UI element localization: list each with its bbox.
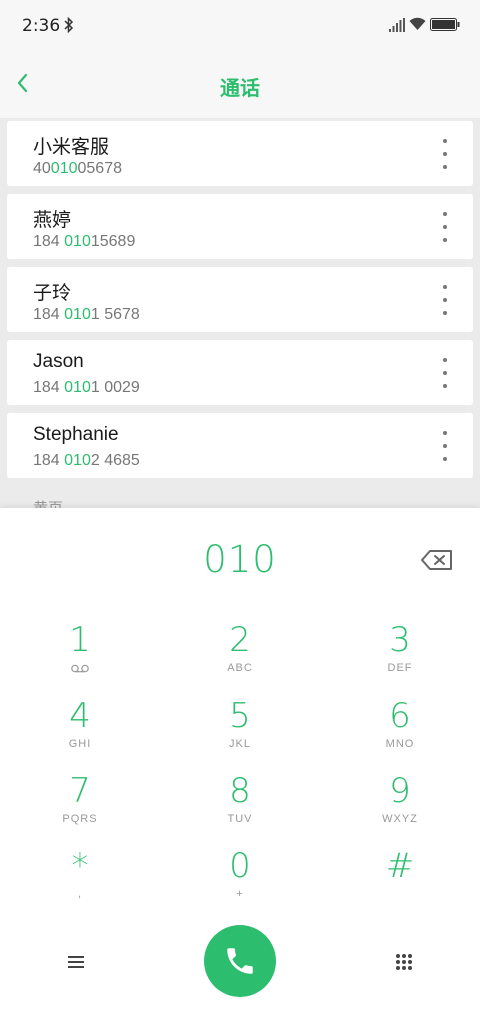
page-title: 通话	[220, 76, 260, 100]
key-letters: WXYZ	[382, 813, 418, 825]
key-digit: #	[385, 846, 415, 886]
key-letters: PQRS	[62, 813, 98, 825]
key-letters: JKL	[229, 738, 251, 750]
backspace-button[interactable]	[420, 548, 454, 572]
number-prefix: 184	[33, 233, 65, 250]
number-prefix: 184	[33, 379, 65, 396]
contact-name: 燕婷	[33, 210, 72, 231]
key-7[interactable]: 7 PQRS	[20, 771, 140, 841]
more-options-button[interactable]	[441, 431, 449, 461]
number-suffix: 1 5678	[90, 306, 140, 323]
contact-card[interactable]: Jason 184 0101 0029	[7, 340, 473, 405]
key-digit: 4	[69, 696, 91, 736]
key-digit: 0	[229, 846, 251, 886]
more-options-button[interactable]	[441, 285, 449, 315]
key-digit: *	[71, 846, 89, 886]
key-4[interactable]: 4 GHI	[20, 696, 140, 766]
number-match: 010	[64, 452, 91, 469]
key-letters: +	[236, 888, 244, 900]
contact-name: Jason	[33, 351, 84, 372]
key-0[interactable]: 0 +	[180, 846, 300, 916]
key-5[interactable]: 5 JKL	[180, 696, 300, 766]
key-digit: 8	[229, 771, 251, 811]
battery-icon	[430, 18, 460, 31]
status-time: 2:36	[22, 16, 61, 36]
more-options-button[interactable]	[441, 212, 449, 242]
contact-card[interactable]: 子玲 184 0101 5678	[7, 267, 473, 332]
key-digit: 2	[229, 620, 251, 660]
key-digit: 5	[229, 696, 251, 736]
number-prefix: 184	[33, 452, 65, 469]
dialed-number-display: 010	[203, 538, 277, 581]
status-bar: 2:36	[0, 0, 480, 52]
dialer-screen: 2:36 通话 小米客服 40 01005678 燕婷 184 01015689 …	[0, 0, 480, 1013]
search-results: 小米客服 4001005678 燕婷 184 01015689 子玲 184 0…	[0, 118, 480, 518]
section-header-peek: 黄页	[33, 500, 63, 508]
contact-card[interactable]: 小米客服 4001005678	[7, 121, 473, 186]
number-match: 010	[50, 160, 78, 177]
key-digit: 1	[69, 620, 91, 660]
contact-number: 184 0101 0029	[33, 379, 140, 397]
key-letters: ABC	[227, 662, 253, 674]
key-digit: 7	[69, 771, 91, 811]
key-6[interactable]: 6 MNO	[340, 696, 460, 766]
number-suffix: 2 4685	[90, 452, 140, 469]
key-letters: GHI	[68, 738, 92, 750]
key-letters: DEF	[387, 662, 413, 674]
dialpad: 010 1 2 ABC 3 DEF 4 GHI 5 JKL 6 MNO 7 PQ…	[0, 508, 480, 1013]
number-suffix: 1 0029	[90, 379, 140, 396]
more-options-button[interactable]	[441, 358, 449, 388]
number-match: 010	[64, 379, 91, 396]
contact-name: 子玲	[33, 283, 72, 304]
number-prefix: 40	[33, 160, 51, 177]
key-letters: TUV	[227, 813, 253, 825]
contact-name: Stephanie	[33, 424, 119, 445]
key-letters: ,	[77, 888, 83, 900]
key-star[interactable]: * ,	[20, 846, 140, 916]
key-3[interactable]: 3 DEF	[340, 620, 460, 690]
voicemail-icon	[71, 664, 89, 673]
header: 通话	[0, 52, 480, 118]
contact-card[interactable]: Stephanie 184 0102 4685	[7, 413, 473, 478]
more-options-button[interactable]	[441, 139, 449, 169]
key-digit: 9	[389, 771, 411, 811]
wifi-icon	[409, 17, 426, 30]
key-hash[interactable]: #	[340, 846, 460, 916]
phone-icon	[227, 948, 253, 974]
key-1[interactable]: 1	[20, 620, 140, 690]
number-match: 010	[64, 233, 91, 250]
menu-icon	[68, 956, 84, 968]
contact-number: 4001005678	[33, 160, 122, 178]
key-8[interactable]: 8 TUV	[180, 771, 300, 841]
contact-number: 184 0102 4685	[33, 452, 140, 470]
call-button[interactable]	[204, 925, 276, 997]
number-suffix: 15689	[90, 233, 136, 250]
contact-number: 184 01015689	[33, 233, 135, 251]
key-letters: MNO	[385, 738, 415, 750]
key-digit: 3	[389, 620, 411, 660]
number-prefix: 184	[33, 306, 65, 323]
key-2[interactable]: 2 ABC	[180, 620, 300, 690]
contact-card[interactable]: 燕婷 184 01015689	[7, 194, 473, 259]
number-match: 010	[64, 306, 91, 323]
key-digit: 6	[389, 696, 411, 736]
signal-icon	[389, 18, 405, 32]
contact-number: 184 0101 5678	[33, 306, 140, 324]
keypad-icon	[396, 954, 412, 970]
keypad-toggle-button[interactable]	[390, 948, 418, 976]
contact-name: 小米客服	[33, 137, 110, 158]
key-9[interactable]: 9 WXYZ	[340, 771, 460, 841]
number-suffix: 05678	[77, 160, 123, 177]
bluetooth-icon	[64, 16, 74, 34]
menu-button[interactable]	[62, 948, 90, 976]
